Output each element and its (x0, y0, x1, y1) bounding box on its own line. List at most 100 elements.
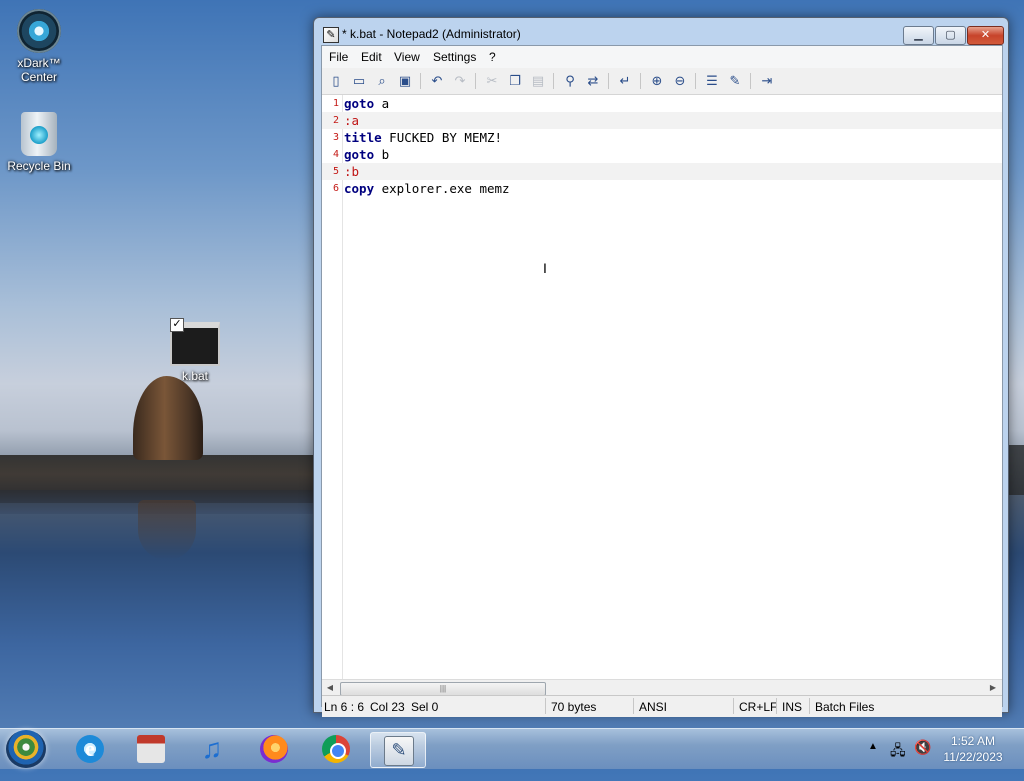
line-number: 5 (332, 166, 339, 177)
taskbar-chrome[interactable] (309, 732, 363, 766)
minimize-button[interactable]: ▁ (903, 26, 934, 45)
label: :b (344, 164, 360, 179)
taskbar: e ♫ ✎ ▲ 🖧 🔇 1:52 AM 11/22/2023 (0, 728, 1024, 769)
taskbar-notepad2[interactable]: ✎ (370, 732, 426, 768)
taskbar-firefox[interactable] (247, 732, 301, 766)
menu-view[interactable]: View (394, 50, 420, 64)
redo-icon[interactable]: ↷ (451, 72, 469, 90)
chrome-icon (322, 735, 350, 763)
code-line[interactable]: 6 copy explorer.exe memz (322, 180, 1002, 197)
keyword: goto (344, 147, 375, 162)
internet-explorer-icon: e (76, 735, 104, 763)
text-editor[interactable]: 1 goto a 2 :a 3 title FUCKED BY MEMZ! 4 … (322, 95, 1002, 679)
status-separator (633, 698, 634, 714)
recycle-bin-icon (21, 112, 57, 156)
status-size: 70 bytes (551, 700, 597, 714)
cut-icon[interactable]: ✂ (483, 72, 501, 90)
scheme-icon[interactable]: ☰ (703, 72, 721, 90)
desktop-icon-recycle-bin[interactable]: Recycle Bin (1, 112, 77, 173)
undo-icon[interactable]: ↶ (428, 72, 446, 90)
volume-muted-icon[interactable]: 🔇 (914, 739, 931, 779)
status-mode[interactable]: INS (782, 700, 802, 714)
window-title: * k.bat - Notepad2 (Administrator) (342, 27, 521, 41)
network-icon[interactable]: 🖧 (890, 740, 906, 780)
music-icon: ♫ (201, 733, 223, 764)
horizontal-scrollbar[interactable]: ◀ ||| ▶ (322, 679, 1002, 696)
toolbar-separator (640, 73, 641, 89)
status-separator (545, 698, 546, 714)
wallpaper-rock-reflection (138, 500, 196, 560)
exit-icon[interactable]: ⇥ (758, 72, 776, 90)
save-icon[interactable]: ▣ (396, 72, 414, 90)
scroll-left-icon[interactable]: ◀ (324, 682, 336, 694)
system-clock[interactable]: 1:52 AM 11/22/2023 (936, 733, 1010, 765)
title-bar[interactable]: ✎ * k.bat - Notepad2 (Administrator) ▁ ▢… (314, 18, 1008, 48)
replace-icon[interactable]: ⇄ (584, 72, 602, 90)
window-client-area: File Edit View Settings ? ▯ ▭ ⌕ ▣ ↶ ↷ ✂ … (321, 45, 1003, 717)
start-button[interactable] (6, 730, 46, 768)
desktop-icon-label: k.bat (181, 369, 208, 383)
desktop-icon-label: xDark™ Center (17, 56, 61, 84)
store-icon (137, 735, 165, 763)
code-line[interactable]: 5 :b (322, 163, 1002, 180)
status-line: Ln 6 : 6 (324, 700, 365, 714)
menu-bar: File Edit View Settings ? (322, 46, 1002, 68)
desktop-icon-k-bat[interactable]: ✓ k.bat (157, 318, 233, 383)
keyword: copy (344, 181, 375, 196)
notepad2-window: ✎ * k.bat - Notepad2 (Administrator) ▁ ▢… (313, 17, 1009, 717)
menu-settings[interactable]: Settings (433, 50, 476, 64)
code-line[interactable]: 1 goto a (322, 95, 1002, 112)
maximize-button[interactable]: ▢ (935, 26, 966, 45)
toolbar-separator (420, 73, 421, 89)
toolbar-separator (475, 73, 476, 89)
browse-icon[interactable]: ⌕ (373, 72, 391, 90)
clock-time: 1:52 AM (950, 734, 996, 748)
line-text: FUCKED BY MEMZ! (381, 130, 503, 145)
settings-icon[interactable]: ✎ (726, 72, 744, 90)
code-line[interactable]: 3 title FUCKED BY MEMZ! (322, 129, 1002, 146)
status-eol[interactable]: CR+LF (739, 700, 777, 714)
firefox-icon (260, 735, 288, 763)
line-number: 6 (332, 183, 339, 194)
find-icon[interactable]: ⚲ (561, 72, 579, 90)
code-line[interactable]: 2 :a (322, 112, 1002, 129)
clock-date: 11/22/2023 (943, 750, 1003, 764)
scrollbar-thumb[interactable]: ||| (340, 682, 546, 696)
status-scheme[interactable]: Batch Files (815, 700, 874, 714)
line-number: 2 (332, 115, 339, 126)
paste-icon[interactable]: ▤ (529, 72, 547, 90)
wordwrap-icon[interactable]: ↵ (616, 72, 634, 90)
taskbar-music[interactable]: ♫ (185, 732, 239, 766)
xdark-center-icon (17, 9, 61, 53)
keyword: title (344, 130, 382, 145)
taskbar-internet-explorer[interactable]: e (63, 732, 117, 766)
status-separator (776, 698, 777, 714)
checkbox-icon[interactable]: ✓ (170, 318, 184, 332)
menu-edit[interactable]: Edit (361, 50, 382, 64)
line-text: a (374, 96, 390, 111)
wallpaper-rock (133, 376, 203, 460)
scroll-right-icon[interactable]: ▶ (987, 682, 999, 694)
batch-file-icon: ✓ (170, 318, 220, 366)
desktop-icon-xdark-center[interactable]: xDark™ Center (1, 9, 77, 84)
close-button[interactable]: ✕ (967, 26, 1004, 45)
status-selection: Sel 0 (411, 700, 439, 714)
zoom-in-icon[interactable]: ⊕ (648, 72, 666, 90)
label: :a (344, 113, 360, 128)
show-hidden-icons-icon[interactable]: ▲ (868, 741, 878, 781)
copy-icon[interactable]: ❐ (506, 72, 524, 90)
notepad2-app-icon[interactable]: ✎ (323, 27, 339, 43)
line-text: explorer.exe memz (374, 181, 510, 196)
open-icon[interactable]: ▭ (350, 72, 368, 90)
status-bar: Ln 6 : 6 Col 23 Sel 0 70 bytes ANSI CR+L… (322, 695, 1002, 717)
taskbar-store[interactable] (124, 732, 178, 766)
menu-file[interactable]: File (329, 50, 348, 64)
status-separator (809, 698, 810, 714)
line-number: 4 (332, 149, 339, 160)
status-encoding[interactable]: ANSI (639, 700, 667, 714)
menu-help[interactable]: ? (489, 50, 496, 64)
zoom-out-icon[interactable]: ⊖ (671, 72, 689, 90)
toolbar-separator (608, 73, 609, 89)
new-icon[interactable]: ▯ (327, 72, 345, 90)
code-line[interactable]: 4 goto b (322, 146, 1002, 163)
